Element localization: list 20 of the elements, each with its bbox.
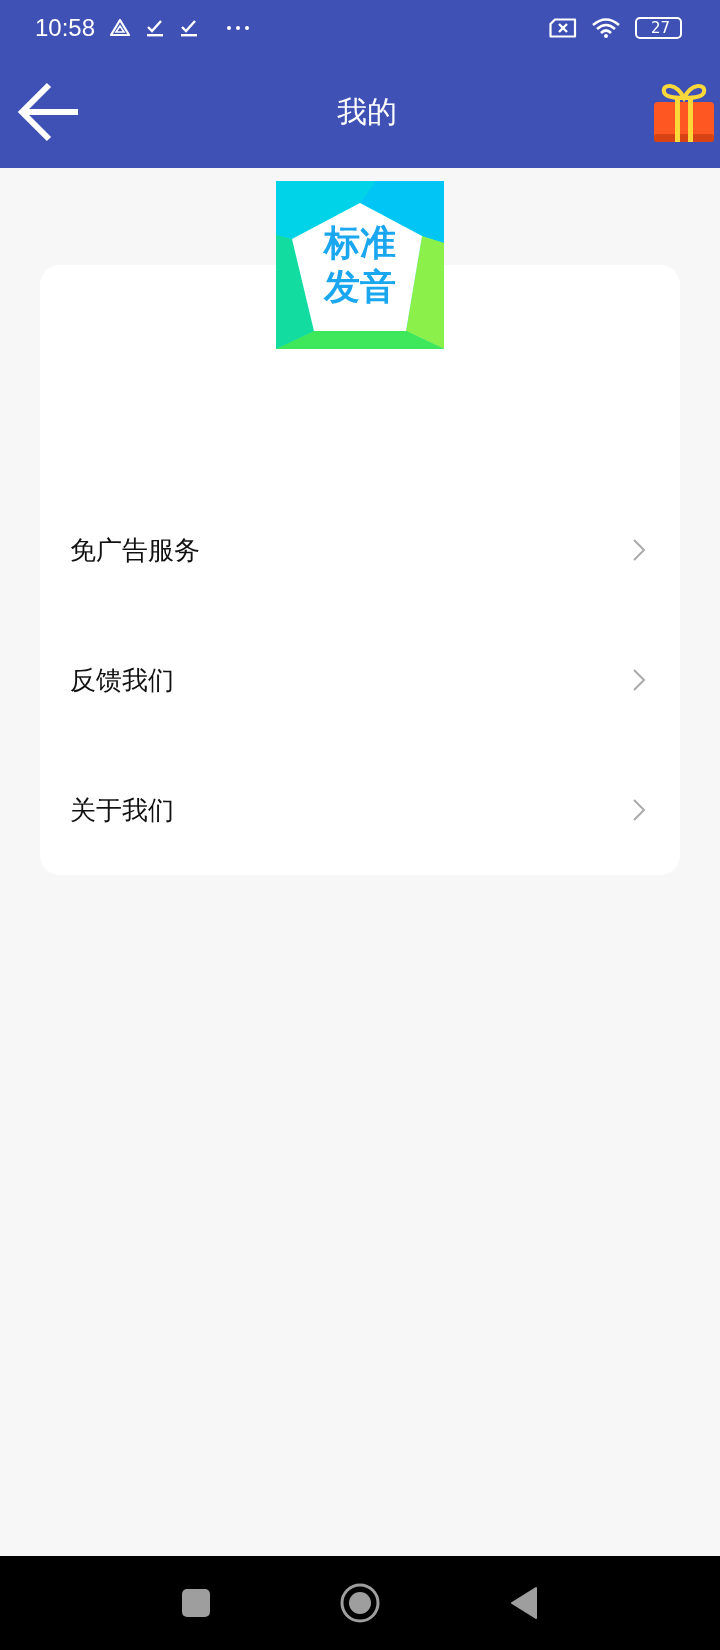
download-done-icon <box>179 18 200 38</box>
battery-indicator: 27 <box>634 17 682 39</box>
menu-item[interactable]: 关于我们 <box>40 745 680 875</box>
wifi-icon <box>590 17 621 39</box>
menu-item[interactable]: 免广告服务 <box>40 485 680 615</box>
triangle-icon <box>109 18 132 38</box>
square-icon <box>182 1589 210 1617</box>
chevron-right-icon <box>632 668 646 692</box>
logo-text: 发音 <box>324 265 396 309</box>
more-icon <box>225 24 252 32</box>
menu-item[interactable]: 反馈我们 <box>40 615 680 745</box>
no-sim-icon <box>548 18 577 38</box>
chevron-right-icon <box>632 538 646 562</box>
download-done-icon <box>145 18 166 38</box>
home-icon <box>340 1583 380 1623</box>
clock-time: 10:58 <box>35 14 96 42</box>
chevron-right-icon <box>632 798 646 822</box>
back-icon <box>510 1586 538 1620</box>
page-title: 我的 <box>337 92 397 131</box>
logo-text: 标准 <box>324 221 396 265</box>
